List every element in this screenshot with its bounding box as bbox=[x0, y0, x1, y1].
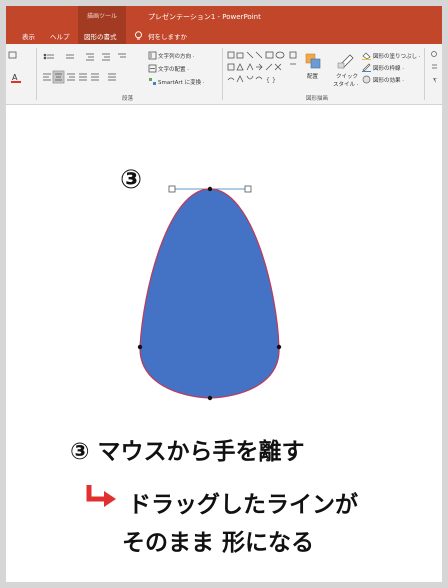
shape-fill-icon[interactable] bbox=[362, 51, 371, 60]
font-color-icon[interactable]: A bbox=[10, 72, 24, 84]
shape-outline-icon[interactable] bbox=[362, 63, 371, 72]
tab-help[interactable]: ヘルプ bbox=[50, 31, 70, 41]
svg-text:A: A bbox=[12, 73, 18, 82]
smartart-icon[interactable] bbox=[148, 77, 157, 86]
arrange-icon[interactable] bbox=[304, 52, 322, 70]
ribbon-separator bbox=[36, 48, 37, 100]
tab-view[interactable]: 表示 bbox=[22, 31, 35, 41]
slide-canvas[interactable] bbox=[6, 105, 442, 405]
quick-styles-label-1[interactable]: クイック bbox=[336, 72, 358, 80]
tangent-handle-left[interactable] bbox=[168, 185, 176, 193]
title-bar: 描画ツール プレゼンテーション1 - PowerPoint bbox=[6, 6, 442, 28]
caption-line-1: ③ マウスから手を離す bbox=[70, 439, 305, 465]
caption-line-3: そのまま 形になる bbox=[122, 530, 315, 556]
screenshot-frame: 描画ツール プレゼンテーション1 - PowerPoint 表示 ヘルプ 図形の… bbox=[6, 6, 442, 582]
font-tool-icon[interactable] bbox=[8, 50, 18, 60]
tell-me-search[interactable]: 何をしますか bbox=[148, 31, 187, 41]
text-direction-icon[interactable] bbox=[148, 51, 157, 60]
group-label-drawing: 図形描画 bbox=[306, 96, 329, 102]
ribbon-separator bbox=[222, 48, 223, 100]
convert-to-smartart-button[interactable]: SmartArt に変換 · bbox=[158, 78, 205, 86]
group-label-paragraph: 段落 bbox=[122, 96, 134, 102]
ribbon-separator bbox=[424, 48, 425, 100]
paragraph-controls[interactable] bbox=[42, 52, 138, 96]
align-text-icon[interactable] bbox=[148, 64, 157, 73]
egg-shape[interactable] bbox=[139, 188, 280, 399]
svg-text:}: } bbox=[272, 77, 276, 84]
vertex-point-left[interactable] bbox=[137, 344, 143, 350]
quick-styles-icon[interactable] bbox=[336, 51, 356, 69]
align-text-button[interactable]: 文字の配置 · bbox=[158, 65, 189, 73]
ribbon: A 文字列の方向 · 文字の配置 · SmartArt に変換 · 段落 {}… bbox=[6, 44, 442, 105]
shapes-gallery[interactable]: {} bbox=[226, 50, 302, 90]
step-marker: ③ bbox=[120, 165, 143, 195]
shape-effects-icon[interactable] bbox=[362, 75, 371, 84]
shape-outline-button[interactable]: 図形の枠線 · bbox=[373, 64, 404, 72]
lightbulb-icon bbox=[135, 31, 142, 40]
shape-effects-button[interactable]: 図形の効果 · bbox=[373, 76, 404, 84]
vertex-point-bottom[interactable] bbox=[207, 395, 213, 401]
tangent-handle-right[interactable] bbox=[244, 185, 252, 193]
text-direction-button[interactable]: 文字列の方向 · bbox=[158, 52, 195, 60]
caption-line-2: ドラッグしたラインが bbox=[128, 492, 358, 518]
window-title: プレゼンテーション1 - PowerPoint bbox=[148, 13, 261, 21]
context-tab-group-label: 描画ツール bbox=[86, 13, 117, 20]
context-tab-group: 描画ツール bbox=[78, 6, 126, 28]
turn-arrow-icon bbox=[86, 485, 116, 507]
ribbon-tabs bbox=[6, 28, 442, 44]
vertex-point-right[interactable] bbox=[276, 344, 282, 350]
svg-text:{: { bbox=[266, 77, 270, 84]
quick-styles-label-2[interactable]: スタイル · bbox=[333, 80, 359, 88]
vertex-point-top[interactable] bbox=[207, 186, 213, 192]
shape-fill-button[interactable]: 図形の塗りつぶし · bbox=[373, 52, 421, 60]
tab-shape-format[interactable]: 図形の書式 bbox=[84, 31, 117, 41]
arrange-button[interactable]: 配置 bbox=[307, 72, 318, 80]
find-replace-icons[interactable] bbox=[430, 50, 440, 90]
